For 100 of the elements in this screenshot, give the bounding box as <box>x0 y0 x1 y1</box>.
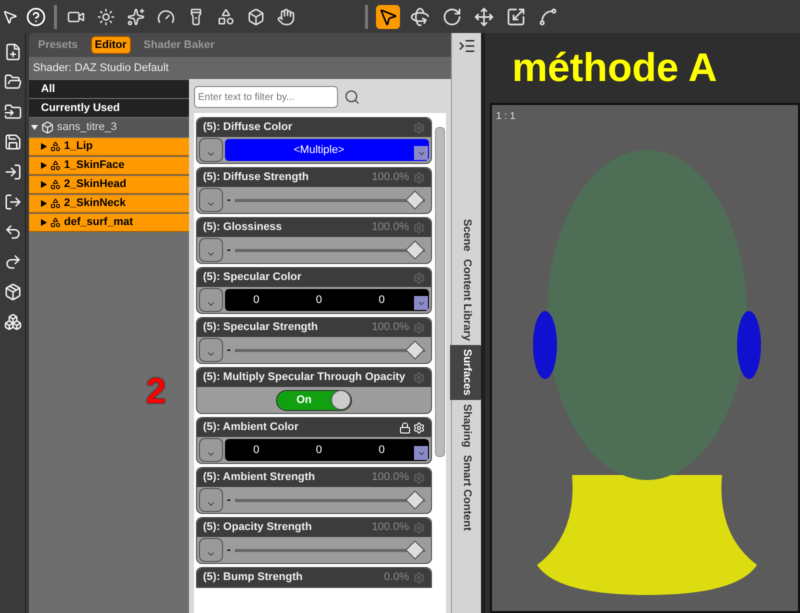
new-file-icon[interactable] <box>4 43 22 61</box>
tree-item[interactable]: 1_Lip <box>29 138 189 156</box>
import-icon[interactable] <box>4 163 22 181</box>
search-icon[interactable] <box>344 89 360 105</box>
undo-icon[interactable] <box>4 223 22 241</box>
property-label: (5): Ambient Strength <box>203 470 316 486</box>
side-tab[interactable]: Surfaces <box>450 345 483 400</box>
expander-icon[interactable] <box>41 143 47 150</box>
help-icon[interactable] <box>26 6 46 26</box>
side-tab[interactable]: Scene <box>450 215 483 256</box>
expander-icon[interactable] <box>41 219 47 226</box>
property-label: (5): Specular Color <box>203 270 302 286</box>
side-tab[interactable]: Content Library <box>450 255 483 346</box>
annotation-number: 2 <box>146 369 166 413</box>
property-value: 100.0% <box>372 170 409 186</box>
redo-icon[interactable] <box>4 253 22 271</box>
slider-minimum-mark: - <box>227 342 231 358</box>
expander-icon[interactable] <box>41 200 47 207</box>
shader-label: Shader: DAZ Studio Default <box>29 57 451 79</box>
dropdown-button[interactable] <box>199 288 223 312</box>
color-swatch[interactable]: 0 0 0 <box>225 289 429 311</box>
scrollbar[interactable] <box>435 127 445 457</box>
swatch-menu-button[interactable] <box>414 296 428 310</box>
side-tab[interactable]: Smart Content <box>450 451 483 535</box>
swatch-menu-button[interactable] <box>414 446 428 460</box>
property-label: (5): Diffuse Strength <box>203 170 309 186</box>
color-swatch[interactable]: <Multiple> <box>225 139 429 161</box>
color-value: <Multiple> <box>294 142 344 158</box>
tree-item[interactable]: 2_SkinNeck <box>29 195 189 213</box>
property-label: (5): Bump Strength <box>203 570 303 586</box>
property-label: (5): Specular Strength <box>203 320 318 336</box>
material-icon <box>50 141 61 152</box>
tree-item[interactable]: sans_titre_3 <box>29 118 189 137</box>
color-swatch[interactable]: 0 0 0 <box>225 439 429 461</box>
slider-minimum-mark: - <box>227 192 231 208</box>
filter-field[interactable]: Enter text to filter by... <box>194 86 338 108</box>
tree-item[interactable]: 1_SkinFace <box>29 157 189 175</box>
material-icon <box>50 160 61 171</box>
expander-icon[interactable] <box>31 124 38 131</box>
property-value: 100.0% <box>372 520 409 536</box>
cube-icon <box>41 121 54 134</box>
slider-handle[interactable] <box>405 240 425 260</box>
material-icon <box>50 179 61 190</box>
aspect-ratio-label: 1 : 1 <box>495 110 516 124</box>
expander-icon[interactable] <box>41 181 47 188</box>
expander-icon[interactable] <box>41 162 47 169</box>
slider-handle[interactable] <box>405 340 425 360</box>
slider-minimum-mark: - <box>227 542 231 558</box>
filter-item[interactable]: All <box>29 80 189 98</box>
slider-track[interactable] <box>234 490 425 510</box>
side-tab[interactable]: Shaping <box>450 400 483 452</box>
dropdown-button[interactable] <box>199 188 223 212</box>
swatch-menu-button[interactable] <box>414 146 428 160</box>
panel-tab[interactable]: Editor <box>90 36 131 54</box>
slider-track[interactable] <box>234 240 425 260</box>
tree-item[interactable]: def_surf_mat <box>29 214 189 232</box>
property-value: 0.0% <box>384 570 409 586</box>
property-label: (5): Diffuse Color <box>203 120 292 136</box>
lock-icon[interactable] <box>399 422 411 434</box>
pointer-icon[interactable] <box>376 4 400 28</box>
dropdown-button[interactable] <box>199 538 223 562</box>
dropdown-button[interactable] <box>199 238 223 262</box>
slider-track[interactable] <box>234 340 425 360</box>
color-value: 0 <box>253 292 260 308</box>
color-value: 0 <box>378 442 385 458</box>
slider-track[interactable] <box>234 190 425 210</box>
whats-this-icon[interactable] <box>2 8 18 24</box>
property-value: 100.0% <box>372 220 409 236</box>
slider-handle[interactable] <box>405 490 425 510</box>
viewport-title: méthode A <box>511 45 718 92</box>
dropdown-button[interactable] <box>199 488 223 512</box>
slider-minimum-mark: - <box>227 492 231 508</box>
material-icon <box>50 198 61 209</box>
property-value: 100.0% <box>372 320 409 336</box>
filter-item[interactable]: Currently Used <box>29 99 189 117</box>
color-value: 0 <box>378 292 385 308</box>
material-icon <box>50 217 61 228</box>
boxes-icon[interactable] <box>4 313 22 331</box>
property-label: (5): Ambient Color <box>203 420 299 436</box>
property-label: (5): Multiply Specular Through Opacity <box>203 370 406 386</box>
property-label: (5): Opacity Strength <box>203 520 312 536</box>
package-icon[interactable] <box>4 283 22 301</box>
open-folder-icon[interactable] <box>4 73 22 91</box>
save-icon[interactable] <box>4 133 22 151</box>
color-value: 0 <box>316 292 322 308</box>
merge-folder-icon[interactable] <box>4 103 22 121</box>
toggle-knob <box>331 390 351 410</box>
dropdown-button[interactable] <box>199 138 223 162</box>
slider-track[interactable] <box>234 540 425 560</box>
dropdown-button[interactable] <box>199 338 223 362</box>
tree-item[interactable]: 2_SkinHead <box>29 176 189 194</box>
slider-handle[interactable] <box>405 190 425 210</box>
color-value: 0 <box>316 442 322 458</box>
panel-menu-icon[interactable] <box>458 37 476 55</box>
property-value: 100.0% <box>372 470 409 486</box>
slider-handle[interactable] <box>405 540 425 560</box>
color-value: 0 <box>253 442 260 458</box>
export-icon[interactable] <box>4 193 22 211</box>
dropdown-button[interactable] <box>199 438 223 462</box>
property-label: (5): Glossiness <box>203 220 282 236</box>
